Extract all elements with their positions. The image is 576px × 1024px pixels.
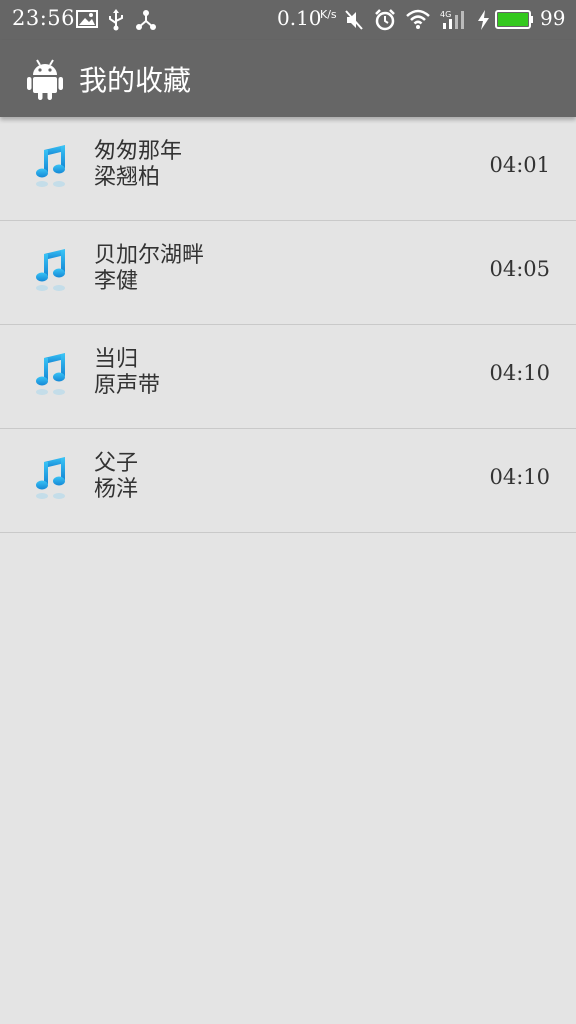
wifi-icon xyxy=(406,9,430,29)
app-bar: 我的收藏 xyxy=(0,40,576,117)
song-artist: 李健 xyxy=(94,269,139,294)
page-title: 我的收藏 xyxy=(79,64,192,97)
music-note-icon xyxy=(36,249,65,291)
song-artist: 杨洋 xyxy=(94,477,139,502)
song-duration: 04:01 xyxy=(489,153,550,177)
charging-icon xyxy=(478,10,489,30)
favorites-list: 匆匆那年 梁翘柏 04:01 贝加尔湖畔 李健 04:05 当归 原声带 04:… xyxy=(0,117,576,533)
list-item[interactable]: 父子 杨洋 04:10 xyxy=(0,429,576,533)
music-note-icon xyxy=(36,457,65,499)
list-item[interactable]: 匆匆那年 梁翘柏 04:01 xyxy=(0,117,576,221)
song-artist: 原声带 xyxy=(94,373,161,398)
status-time: 23:56 xyxy=(12,6,76,30)
list-item[interactable]: 贝加尔湖畔 李健 04:05 xyxy=(0,221,576,325)
song-duration: 04:10 xyxy=(489,465,550,489)
status-bar: 23:56 0.10 K/s 4G 99 xyxy=(0,0,576,40)
usb-icon xyxy=(109,9,123,31)
music-note-icon xyxy=(36,353,65,395)
song-duration: 04:05 xyxy=(489,257,550,281)
share-icon xyxy=(136,10,156,30)
android-icon[interactable] xyxy=(27,58,63,100)
battery-icon xyxy=(495,10,533,29)
alarm-icon xyxy=(375,9,395,31)
svg-text:4G: 4G xyxy=(440,10,451,19)
music-note-icon xyxy=(36,145,65,187)
song-artist: 梁翘柏 xyxy=(94,165,161,190)
song-title: 父子 xyxy=(94,451,139,476)
list-item[interactable]: 当归 原声带 04:10 xyxy=(0,325,576,429)
image-icon xyxy=(76,10,98,28)
song-title: 匆匆那年 xyxy=(94,139,183,164)
battery-level: 99 xyxy=(540,6,566,30)
network-speed: 0.10 xyxy=(277,6,322,30)
song-title: 贝加尔湖畔 xyxy=(94,243,205,268)
song-title: 当归 xyxy=(94,347,139,372)
4g-signal-icon: 4G xyxy=(440,10,464,29)
mute-icon xyxy=(345,10,363,30)
song-duration: 04:10 xyxy=(489,361,550,385)
network-speed-unit: K/s xyxy=(320,8,337,21)
